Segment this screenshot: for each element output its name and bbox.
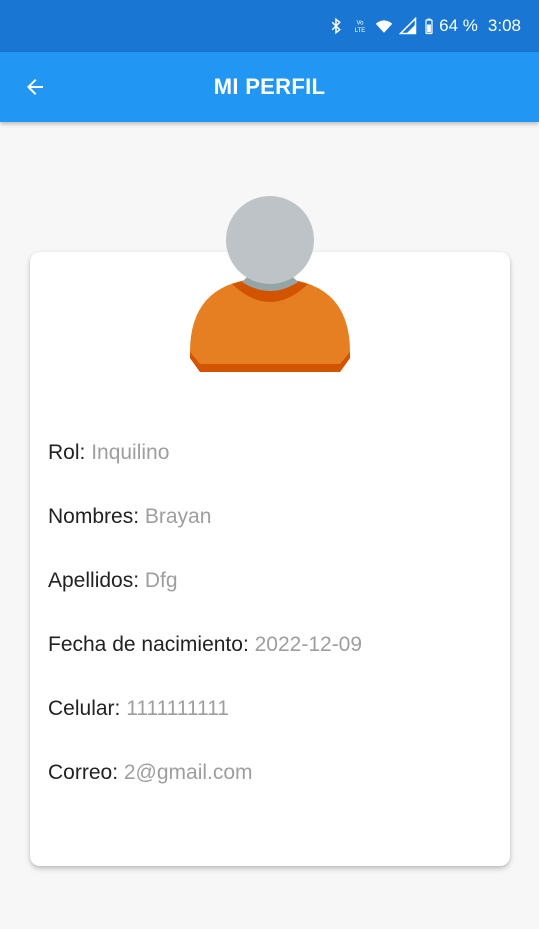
field-label: Fecha de nacimiento:	[48, 633, 255, 656]
app-bar: MI PERFIL	[0, 52, 539, 122]
field-value: 2022-12-09	[254, 633, 363, 656]
field-value: 2@gmail.com	[123, 761, 253, 784]
field-nombres: Nombres: Brayan	[48, 502, 488, 566]
svg-text:LTE: LTE	[355, 28, 366, 34]
battery-icon	[423, 17, 435, 35]
field-correo: Correo: 2@gmail.com	[48, 758, 488, 822]
svg-text:Vo: Vo	[357, 21, 365, 27]
field-value: Inquilino	[91, 441, 170, 464]
user-avatar-icon	[188, 192, 352, 376]
wifi-icon	[375, 17, 393, 35]
signal-icon	[399, 17, 417, 35]
arrow-back-icon	[23, 75, 47, 99]
field-apellidos: Apellidos: Dfg	[48, 566, 488, 630]
field-rol: Rol: Inquilino	[48, 438, 488, 502]
field-label: Apellidos:	[48, 569, 145, 592]
field-fecha-nacimiento: Fecha de nacimiento: 2022-12-09	[48, 630, 488, 694]
status-time: 3:08	[487, 16, 521, 35]
field-label: Rol:	[48, 441, 92, 464]
back-button[interactable]	[18, 70, 52, 104]
profile-fields: Rol: Inquilino Nombres: Brayan Apellidos…	[48, 438, 488, 822]
field-label: Celular:	[48, 697, 127, 720]
field-label: Nombres:	[48, 505, 145, 528]
field-celular: Celular: 1111111111	[48, 694, 488, 758]
field-label: Correo:	[48, 761, 124, 784]
bluetooth-icon	[327, 17, 345, 35]
status-icons: Vo LTE 64 % 3:08	[327, 14, 521, 38]
field-value: Brayan	[144, 505, 212, 528]
battery-percent: 64 %	[439, 16, 478, 35]
status-bar: Vo LTE 64 % 3:08	[0, 0, 539, 52]
volte-icon: Vo LTE	[351, 17, 369, 35]
field-value: Dfg	[144, 569, 178, 592]
field-value: 1111111111	[126, 697, 229, 720]
page-title: MI PERFIL	[213, 74, 326, 99]
